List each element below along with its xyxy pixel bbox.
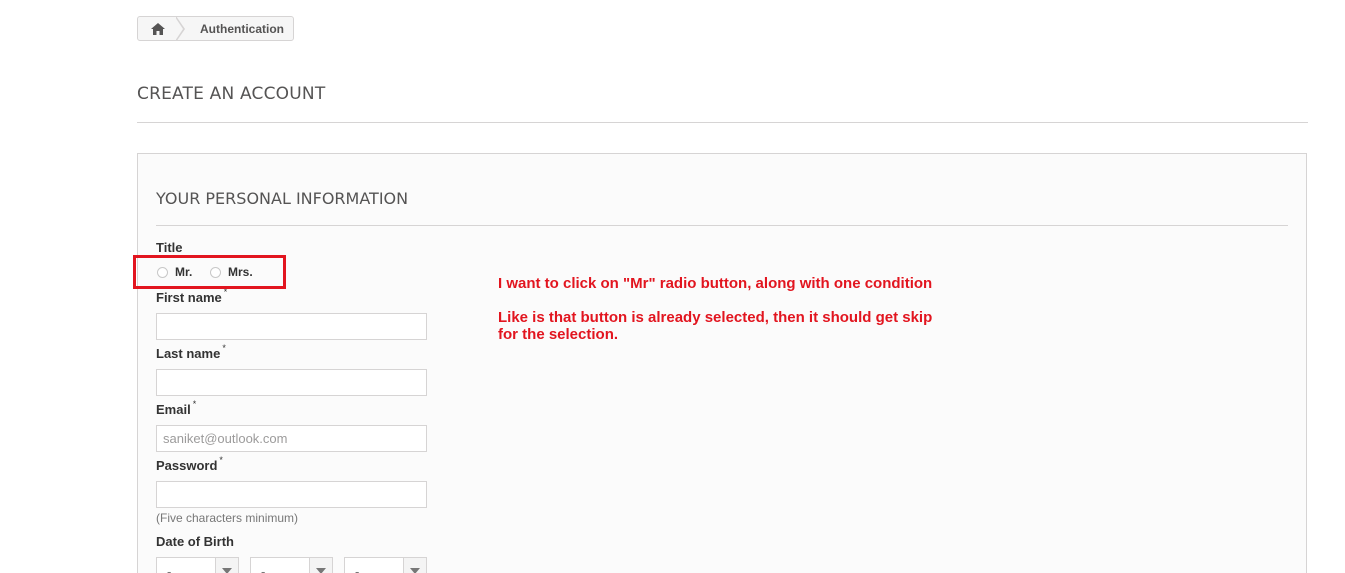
chevron-down-icon (316, 568, 326, 573)
required-mark: * (222, 343, 226, 353)
dob-label: Date of Birth (156, 534, 234, 549)
radio-mr-circle[interactable] (157, 266, 168, 278)
dob-month-select[interactable]: - (250, 557, 333, 573)
radio-mrs[interactable]: Mrs. (210, 265, 253, 279)
section-divider (156, 225, 1288, 226)
breadcrumb-home-link[interactable] (138, 17, 185, 40)
email-input[interactable] (156, 425, 427, 452)
section-title: YOUR PERSONAL INFORMATION (156, 189, 409, 208)
first-name-input[interactable] (156, 313, 427, 340)
annotation-line-1: I want to click on "Mr" radio button, al… (498, 275, 933, 292)
annotation-line-3: for the selection. (498, 326, 619, 343)
dob-month-dropdown-button[interactable] (309, 558, 332, 573)
dob-month-value: - (261, 564, 266, 573)
breadcrumb-current: Authentication (200, 21, 284, 36)
last-name-label-text: Last name (156, 346, 221, 361)
last-name-label: Last name * (156, 343, 226, 361)
breadcrumb: Authentication (137, 16, 294, 41)
page-title: CREATE AN ACCOUNT (137, 84, 326, 104)
chevron-down-icon (222, 568, 232, 573)
personal-info-form: YOUR PERSONAL INFORMATION Title Mr. Mrs.… (137, 153, 1307, 573)
password-label-text: Password (156, 458, 218, 473)
email-label-text: Email (156, 402, 191, 417)
breadcrumb-separator (175, 17, 185, 40)
dob-day-select[interactable]: - (156, 557, 239, 573)
dob-day-dropdown-button[interactable] (215, 558, 238, 573)
required-mark: * (219, 455, 223, 465)
dob-day-value: - (167, 564, 172, 573)
title-divider (137, 122, 1308, 123)
dob-year-value: - (355, 564, 360, 573)
chevron-down-icon (410, 568, 420, 573)
title-label: Title (156, 240, 183, 255)
password-input[interactable] (156, 481, 427, 508)
annotation-line-2: Like is that button is already selected,… (498, 309, 933, 326)
dob-year-select[interactable]: - (344, 557, 427, 573)
required-mark: * (223, 287, 228, 297)
last-name-input[interactable] (156, 369, 427, 396)
password-hint: (Five characters minimum) (156, 511, 299, 525)
radio-mrs-label: Mrs. (228, 265, 253, 279)
radio-mr[interactable]: Mr. (157, 265, 192, 279)
required-mark: * (192, 399, 197, 409)
first-name-label: First name * (156, 287, 228, 305)
dob-year-dropdown-button[interactable] (403, 558, 426, 573)
radio-mrs-circle[interactable] (210, 266, 221, 278)
email-label: Email * (156, 399, 197, 417)
home-icon (151, 22, 165, 35)
password-label: Password * (156, 455, 223, 473)
radio-mr-label: Mr. (175, 265, 193, 279)
first-name-label-text: First name (156, 290, 222, 305)
